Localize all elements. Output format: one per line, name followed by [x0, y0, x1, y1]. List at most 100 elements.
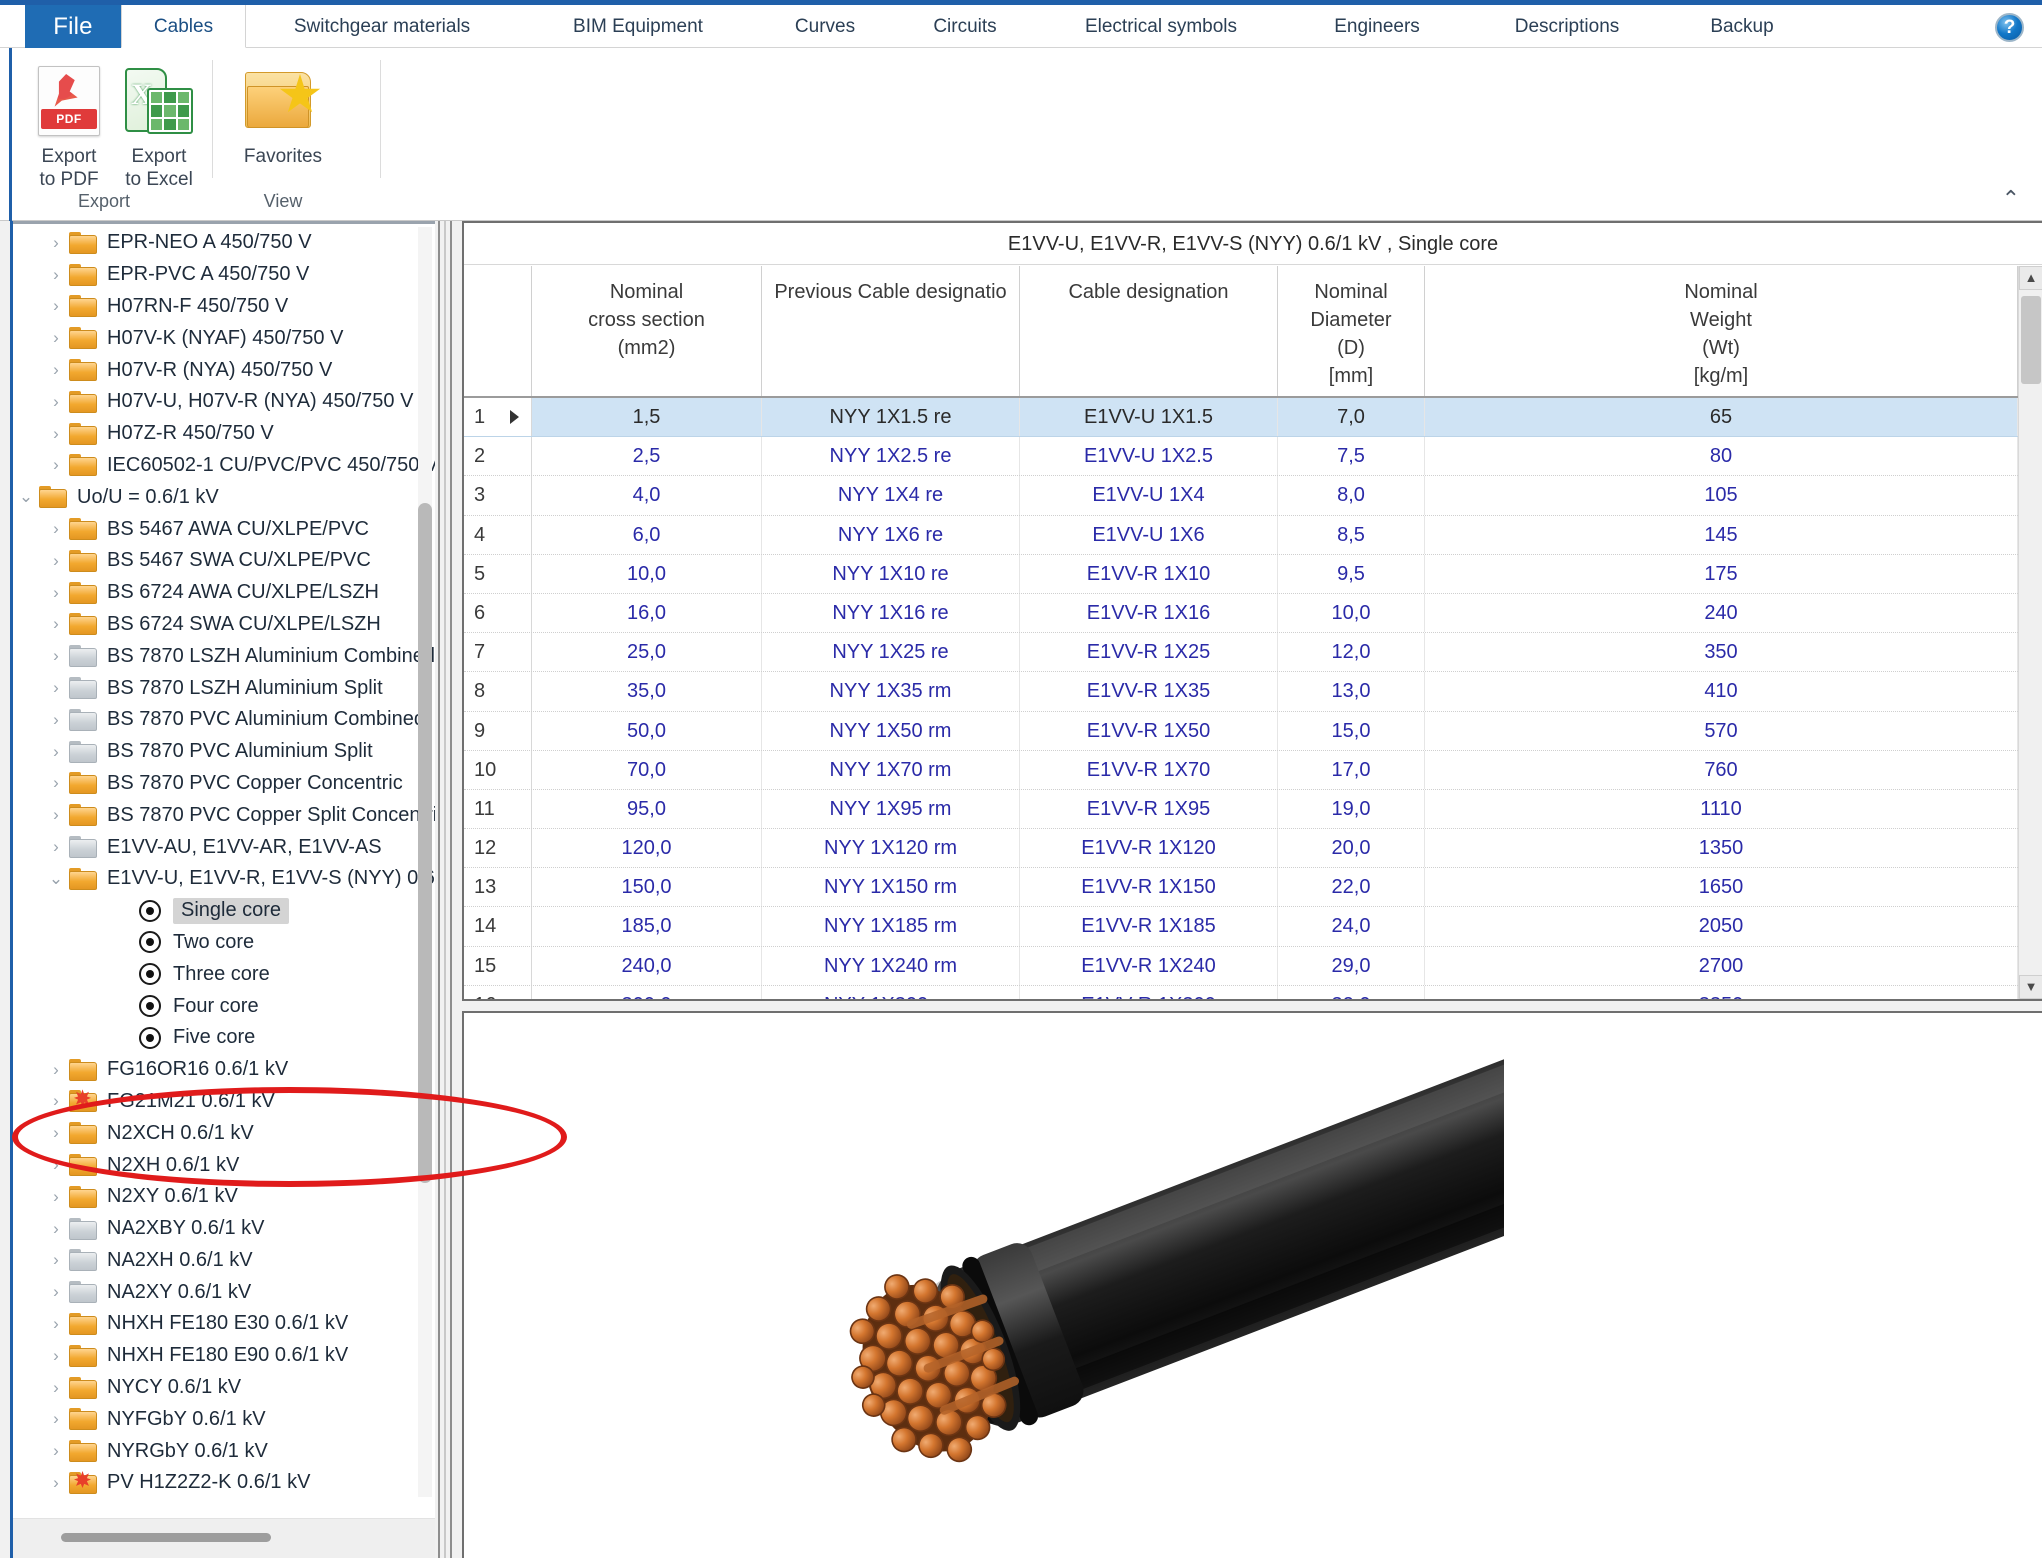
tree-vertical-scrollbar[interactable] — [418, 227, 432, 1497]
grid-cell-prev[interactable]: NYY 1X25 re — [762, 633, 1020, 671]
grid-cell-cross[interactable]: 1,5 — [532, 398, 762, 436]
tree-folder-item[interactable]: ›H07Z-R 450/750 V — [13, 418, 435, 450]
tree-folder-item[interactable]: ›NHXH FE180 E30 0.6/1 kV — [13, 1308, 435, 1340]
chevron-right-icon[interactable]: › — [43, 551, 69, 571]
chevron-up-icon[interactable]: ⌃ — [2002, 186, 2020, 212]
grid-cell-weight[interactable]: 410 — [1425, 672, 2018, 710]
grid-cell-diam[interactable]: 12,0 — [1278, 633, 1425, 671]
tree-folder-item[interactable]: ›BS 6724 SWA CU/XLPE/LSZH — [13, 609, 435, 641]
tree-horizontal-scrollbar[interactable] — [13, 1518, 435, 1558]
tab-circuits[interactable]: Circuits — [900, 5, 1030, 48]
grid-cell-idx[interactable]: 15 — [464, 947, 532, 985]
grid-cell-idx[interactable]: 12 — [464, 829, 532, 867]
grid-cell-diam[interactable]: 13,0 — [1278, 672, 1425, 710]
table-row[interactable]: 616,0NYY 1X16 reE1VV-R 1X1610,0240 — [464, 594, 2018, 633]
grid-cell-weight[interactable]: 570 — [1425, 712, 2018, 750]
grid-cell-idx[interactable]: 8 — [464, 672, 532, 710]
chevron-down-icon[interactable]: ⌄ — [43, 869, 69, 889]
export-to-excel-button[interactable]: X Export to Excel — [104, 62, 214, 191]
grid-cell-idx[interactable]: 9 — [464, 712, 532, 750]
tab-bim-equipment[interactable]: BIM Equipment — [538, 5, 738, 48]
tree-folder-item[interactable]: ›N2XH 0.6/1 kV — [13, 1149, 435, 1181]
grid-header-diam[interactable]: NominalDiameter(D)[mm] — [1278, 266, 1425, 396]
chevron-right-icon[interactable]: › — [43, 1187, 69, 1207]
tree-radio-item[interactable]: Single core — [13, 895, 435, 927]
panel-splitter[interactable] — [438, 221, 458, 1558]
grid-cell-prev[interactable]: NYY 1X2.5 re — [762, 437, 1020, 475]
grid-cell-desig[interactable]: E1VV-R 1X25 — [1020, 633, 1278, 671]
tab-file[interactable]: File — [25, 5, 121, 48]
tree-radio-item[interactable]: Four core — [13, 990, 435, 1022]
grid-cell-cross[interactable]: 4,0 — [532, 476, 762, 514]
chevron-right-icon[interactable]: › — [43, 1155, 69, 1175]
grid-cell-weight[interactable]: 80 — [1425, 437, 2018, 475]
tree-folder-item[interactable]: ›FG21M21 0.6/1 kV — [13, 1086, 435, 1118]
radio-button-icon[interactable] — [139, 995, 161, 1017]
chevron-right-icon[interactable]: › — [43, 773, 69, 793]
chevron-right-icon[interactable]: › — [43, 1378, 69, 1398]
chevron-right-icon[interactable]: › — [43, 519, 69, 539]
tab-switchgear-materials[interactable]: Switchgear materials — [252, 5, 512, 48]
grid-cell-desig[interactable]: E1VV-R 1X10 — [1020, 555, 1278, 593]
tab-cables[interactable]: Cables — [121, 5, 246, 48]
grid-cell-idx[interactable]: 13 — [464, 868, 532, 906]
grid-cell-diam[interactable]: 7,0 — [1278, 398, 1425, 436]
scroll-down-icon[interactable]: ▼ — [2019, 975, 2042, 999]
chevron-right-icon[interactable]: › — [43, 1314, 69, 1334]
grid-cell-cross[interactable]: 25,0 — [532, 633, 762, 671]
grid-cell-desig[interactable]: E1VV-R 1X95 — [1020, 790, 1278, 828]
grid-cell-cross[interactable]: 6,0 — [532, 516, 762, 554]
chevron-right-icon[interactable]: › — [43, 710, 69, 730]
grid-cell-idx[interactable]: 4 — [464, 516, 532, 554]
chevron-right-icon[interactable]: › — [43, 1346, 69, 1366]
tree-folder-item[interactable]: ›BS 7870 PVC Copper Concentric — [13, 768, 435, 800]
grid-cell-diam[interactable]: 10,0 — [1278, 594, 1425, 632]
grid-cell-cross[interactable]: 35,0 — [532, 672, 762, 710]
grid-cell-idx[interactable]: 3 — [464, 476, 532, 514]
grid-cell-weight[interactable]: 175 — [1425, 555, 2018, 593]
grid-cell-prev[interactable]: NYY 1X150 rm — [762, 868, 1020, 906]
grid-cell-prev[interactable]: NYY 1X16 re — [762, 594, 1020, 632]
grid-cell-diam[interactable]: 19,0 — [1278, 790, 1425, 828]
chevron-down-icon[interactable]: ⌄ — [13, 487, 39, 507]
grid-cell-prev[interactable]: NYY 1X35 rm — [762, 672, 1020, 710]
table-row[interactable]: 16300,0NYY 1X300 rmE1VV-R 1X30032,03350 — [464, 986, 2018, 999]
tree-folder-item[interactable]: ›EPR-NEO A 450/750 V — [13, 227, 435, 259]
grid-cell-desig[interactable]: E1VV-U 1X4 — [1020, 476, 1278, 514]
grid-cell-desig[interactable]: E1VV-R 1X35 — [1020, 672, 1278, 710]
grid-cell-desig[interactable]: E1VV-R 1X50 — [1020, 712, 1278, 750]
grid-cell-desig[interactable]: E1VV-R 1X150 — [1020, 868, 1278, 906]
grid-body[interactable]: 11,5NYY 1X1.5 reE1VV-U 1X1.57,06522,5NYY… — [464, 398, 2018, 999]
tree-folder-item[interactable]: ›BS 7870 PVC Copper Split Concentric — [13, 799, 435, 831]
chevron-right-icon[interactable]: › — [43, 837, 69, 857]
grid-cell-weight[interactable]: 2050 — [1425, 907, 2018, 945]
radio-button-icon[interactable] — [139, 931, 161, 953]
tree-folder-item[interactable]: ›H07RN-F 450/750 V — [13, 291, 435, 323]
grid-cell-cross[interactable]: 95,0 — [532, 790, 762, 828]
tree-folder-item[interactable]: ›BS 7870 LSZH Aluminium Combined — [13, 640, 435, 672]
chevron-right-icon[interactable]: › — [43, 583, 69, 603]
grid-cell-desig[interactable]: E1VV-R 1X185 — [1020, 907, 1278, 945]
tree-horizontal-scroll-thumb[interactable] — [61, 1533, 271, 1542]
grid-cell-idx[interactable]: 16 — [464, 986, 532, 999]
tab-engineers[interactable]: Engineers — [1292, 5, 1462, 48]
grid-cell-prev[interactable]: NYY 1X6 re — [762, 516, 1020, 554]
grid-cell-prev[interactable]: NYY 1X240 rm — [762, 947, 1020, 985]
tree-folder-item[interactable]: ›NHXH FE180 E90 0.6/1 kV — [13, 1340, 435, 1372]
grid-cell-diam[interactable]: 20,0 — [1278, 829, 1425, 867]
table-row[interactable]: 46,0NYY 1X6 reE1VV-U 1X68,5145 — [464, 516, 2018, 555]
tree-radio-item[interactable]: Three core — [13, 958, 435, 990]
grid-cell-idx[interactable]: 14 — [464, 907, 532, 945]
grid-header-weight[interactable]: NominalWeight(Wt)[kg/m] — [1425, 266, 2018, 396]
grid-cell-desig[interactable]: E1VV-R 1X70 — [1020, 751, 1278, 789]
tree-folder-item[interactable]: ›BS 5467 SWA CU/XLPE/PVC — [13, 545, 435, 577]
chevron-right-icon[interactable]: › — [43, 360, 69, 380]
grid-cell-weight[interactable]: 1350 — [1425, 829, 2018, 867]
radio-button-icon[interactable] — [139, 900, 161, 922]
chevron-right-icon[interactable]: › — [43, 1473, 69, 1493]
tree-folder-item[interactable]: ›BS 7870 PVC Aluminium Combined — [13, 704, 435, 736]
table-row[interactable]: 510,0NYY 1X10 reE1VV-R 1X109,5175 — [464, 555, 2018, 594]
grid-cell-weight[interactable]: 760 — [1425, 751, 2018, 789]
grid-header-prev[interactable]: Previous Cable designatio — [762, 266, 1020, 396]
grid-cell-diam[interactable]: 15,0 — [1278, 712, 1425, 750]
